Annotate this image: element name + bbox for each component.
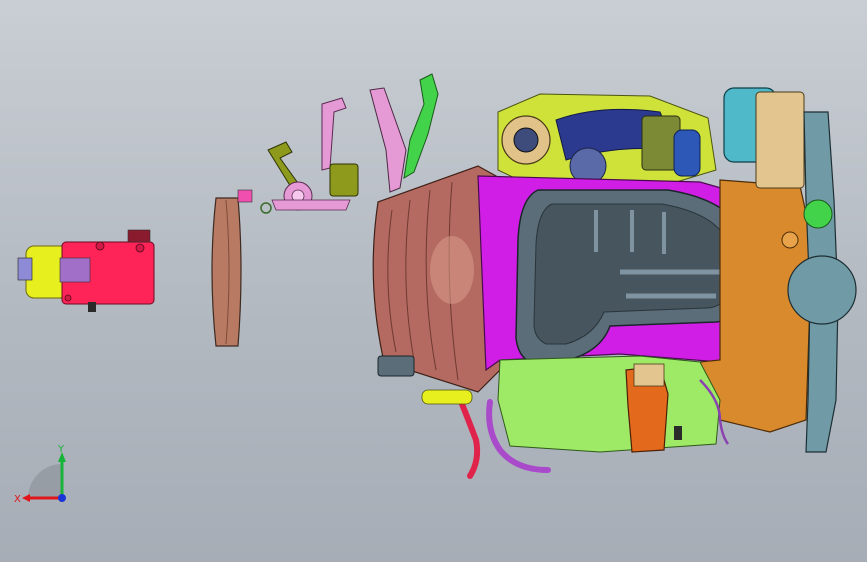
clutch-release-assembly[interactable] (237, 97, 359, 214)
intake-brackets[interactable] (369, 73, 439, 193)
throttle-bore (513, 127, 539, 153)
y-axis-label: Y (57, 444, 65, 455)
starter-bolt (95, 241, 105, 251)
idler-pulley (803, 199, 833, 229)
starter-bolt (135, 243, 145, 253)
red-hose (459, 401, 481, 479)
release-fork-base (271, 199, 351, 211)
pink-lever-arm (321, 97, 347, 171)
pink-bracket (369, 87, 407, 193)
z-axis-dot (58, 494, 66, 502)
green-bracket (403, 73, 439, 179)
starter-solenoid (59, 257, 91, 283)
starter-shaft (17, 257, 33, 281)
tensioner-pulley (781, 231, 799, 249)
starter-terminal (127, 229, 151, 243)
green-washer (260, 202, 272, 214)
mount-bolt (674, 426, 682, 440)
connector-stack (377, 355, 415, 377)
starter-motor[interactable] (17, 229, 155, 312)
x-axis-arrow (22, 494, 30, 502)
crank-pulley (787, 255, 857, 325)
intake-manifold[interactable] (497, 93, 717, 191)
bellhousing-highlight (430, 236, 474, 304)
flywheel-disc (211, 197, 242, 347)
bracket-tan (755, 91, 805, 189)
coordinate-triad: Y X (14, 444, 66, 505)
olive-block (329, 163, 359, 197)
triad-plane (28, 464, 62, 498)
starter-stud (88, 302, 96, 312)
yellow-tube (421, 389, 473, 405)
starter-bolt (64, 294, 72, 302)
timing-cover[interactable] (699, 87, 857, 453)
flywheel[interactable] (211, 197, 242, 347)
lower-subframe[interactable] (497, 355, 721, 453)
blue-coolant-pipe (673, 129, 701, 177)
pink-stud (237, 189, 253, 203)
x-axis-label: X (14, 494, 21, 505)
mount-tan (633, 363, 665, 387)
cad-3d-viewport[interactable]: Y X (0, 0, 867, 562)
subframe-body (497, 355, 721, 453)
